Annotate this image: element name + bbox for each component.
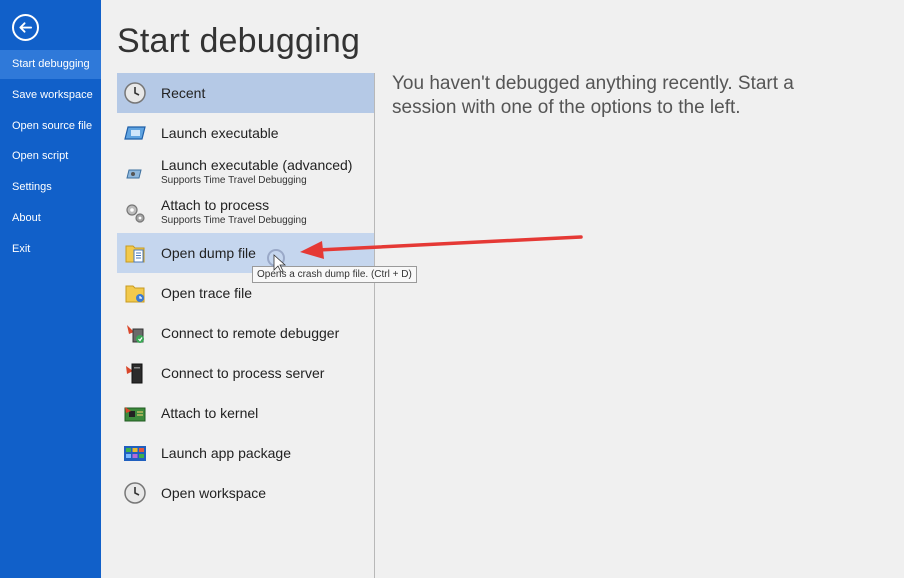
option-label: Open workspace xyxy=(161,485,267,501)
sidebar-item-open-script[interactable]: Open script xyxy=(0,142,101,171)
back-button[interactable] xyxy=(12,14,39,41)
page-title: Start debugging xyxy=(117,22,361,60)
process-server-icon xyxy=(123,361,147,385)
sidebar: Start debugging Save workspace Open sour… xyxy=(0,0,101,578)
option-launch-executable[interactable]: Launch executable xyxy=(117,113,374,153)
sidebar-item-settings[interactable]: Settings xyxy=(0,173,101,202)
option-label: Open dump file xyxy=(161,245,256,261)
back-arrow-icon xyxy=(19,22,33,33)
sidebar-item-open-source-file[interactable]: Open source file xyxy=(0,112,101,141)
option-label: Launch executable xyxy=(161,125,279,141)
option-label: Connect to remote debugger xyxy=(161,325,340,341)
option-label: Recent xyxy=(161,85,206,101)
option-launch-app-package[interactable]: Launch app package xyxy=(117,433,374,473)
sidebar-item-exit[interactable]: Exit xyxy=(0,235,101,264)
remote-debugger-icon xyxy=(123,321,147,345)
dump-file-icon xyxy=(123,241,147,265)
option-label: Launch app package xyxy=(161,445,291,461)
app-package-icon xyxy=(123,441,147,465)
empty-recent-message: You haven't debugged anything recently. … xyxy=(392,73,794,118)
option-label: Attach to kernel xyxy=(161,405,259,421)
gears-icon xyxy=(123,201,147,225)
option-label: Connect to process server xyxy=(161,365,325,381)
option-connect-process-server[interactable]: Connect to process server xyxy=(117,353,374,393)
option-sublabel: Supports Time Travel Debugging xyxy=(161,215,307,226)
option-launch-executable-advanced[interactable]: Launch executable (advanced) Supports Ti… xyxy=(117,153,374,193)
workspace-clock-icon xyxy=(123,481,147,505)
option-attach-to-process[interactable]: Attach to process Supports Time Travel D… xyxy=(117,193,374,233)
options-list: Recent Launch executable Launch executab… xyxy=(117,73,374,578)
clock-icon xyxy=(123,81,147,105)
option-label: Launch executable (advanced) xyxy=(161,157,353,173)
sidebar-item-start-debugging[interactable]: Start debugging xyxy=(0,50,101,79)
tooltip: Opens a crash dump file. (Ctrl + D) xyxy=(252,266,417,283)
trace-file-icon xyxy=(123,281,147,305)
option-attach-to-kernel[interactable]: Attach to kernel xyxy=(117,393,374,433)
kernel-icon xyxy=(123,401,147,425)
advanced-executable-icon xyxy=(123,161,147,185)
option-sublabel: Supports Time Travel Debugging xyxy=(161,175,307,186)
option-connect-remote-debugger[interactable]: Connect to remote debugger xyxy=(117,313,374,353)
option-open-workspace[interactable]: Open workspace xyxy=(117,473,374,513)
option-label: Attach to process xyxy=(161,197,270,213)
sidebar-item-save-workspace[interactable]: Save workspace xyxy=(0,81,101,110)
sidebar-item-about[interactable]: About xyxy=(0,204,101,233)
executable-icon xyxy=(123,121,147,145)
list-divider xyxy=(374,73,375,578)
option-recent[interactable]: Recent xyxy=(117,73,374,113)
option-label: Open trace file xyxy=(161,285,253,301)
